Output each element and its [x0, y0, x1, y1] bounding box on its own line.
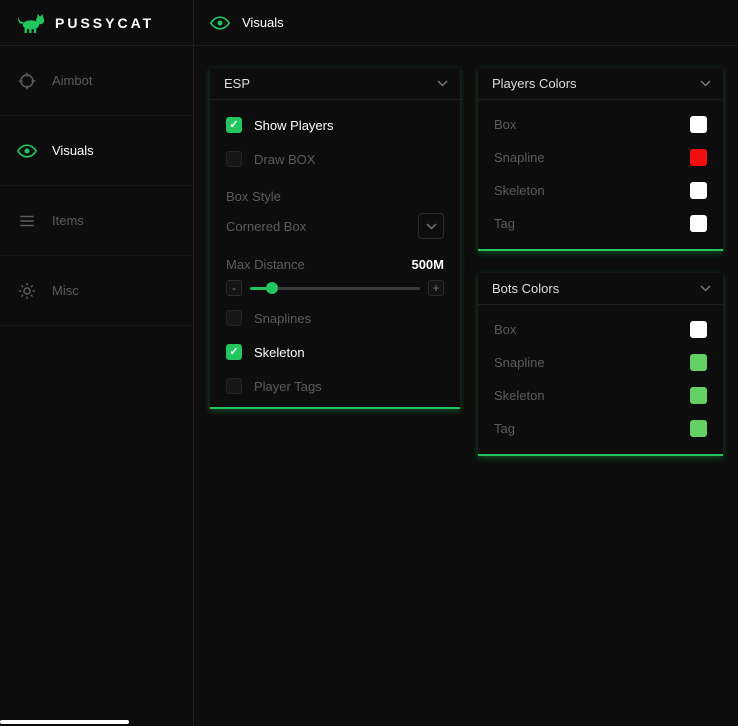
- tag-color-swatch[interactable]: [690, 420, 707, 437]
- cat-icon: [16, 12, 46, 34]
- gear-icon: [16, 282, 38, 300]
- color-row-tag: Tag: [478, 412, 723, 445]
- color-row-label: Tag: [494, 216, 515, 231]
- esp-panel: ESP Show Players Draw BOX Box Style: [210, 68, 460, 409]
- page-title: Visuals: [242, 15, 284, 30]
- sidebar-item-label: Aimbot: [52, 73, 92, 88]
- color-row-box: Box: [478, 108, 723, 141]
- eye-icon: [210, 13, 230, 33]
- show-players-checkbox[interactable]: [226, 117, 242, 133]
- color-row-skeleton: Skeleton: [478, 174, 723, 207]
- sidebar-item-label: Misc: [52, 283, 79, 298]
- sidebar-item-misc[interactable]: Misc: [0, 256, 193, 326]
- sidebar-item-items[interactable]: Items: [0, 186, 193, 256]
- color-row-tag: Tag: [478, 207, 723, 240]
- app-root: PUSSYCAT Aimbot: [0, 0, 738, 726]
- color-row-label: Snapline: [494, 355, 545, 370]
- main-area: Visuals ESP Show Players: [194, 0, 738, 726]
- box-color-swatch[interactable]: [690, 321, 707, 338]
- snapline-color-swatch[interactable]: [690, 149, 707, 166]
- bots-colors-header[interactable]: Bots Colors: [478, 273, 723, 305]
- players-colors-header[interactable]: Players Colors: [478, 68, 723, 100]
- color-row-label: Box: [494, 117, 516, 132]
- skeleton-checkbox-row[interactable]: Skeleton: [226, 340, 444, 364]
- sidebar: PUSSYCAT Aimbot: [0, 0, 194, 726]
- color-row-box: Box: [478, 313, 723, 346]
- sidebar-nav: Aimbot Visuals Items: [0, 46, 193, 326]
- slider-increase-button[interactable]: +: [428, 280, 444, 296]
- max-distance-slider[interactable]: [250, 287, 420, 290]
- color-row-snapline: Snapline: [478, 141, 723, 174]
- sidebar-item-label: Items: [52, 213, 84, 228]
- eye-icon: [16, 141, 38, 161]
- players-colors-title: Players Colors: [492, 76, 577, 91]
- player-tags-checkbox-row[interactable]: Player Tags: [226, 374, 444, 398]
- chevron-down-icon: [700, 285, 711, 292]
- color-row-snapline: Snapline: [478, 346, 723, 379]
- skeleton-color-swatch[interactable]: [690, 387, 707, 404]
- content: ESP Show Players Draw BOX Box Style: [194, 46, 738, 726]
- color-row-skeleton: Skeleton: [478, 379, 723, 412]
- sidebar-item-aimbot[interactable]: Aimbot: [0, 46, 193, 116]
- checkbox-label: Draw BOX: [254, 152, 315, 167]
- chevron-down-icon[interactable]: [418, 213, 444, 239]
- bots-colors-panel: Bots Colors Box Snapline: [478, 273, 723, 456]
- crosshair-icon: [16, 72, 38, 90]
- color-row-label: Tag: [494, 421, 515, 436]
- color-row-label: Skeleton: [494, 183, 545, 198]
- draw-box-checkbox-row[interactable]: Draw BOX: [226, 147, 444, 171]
- skeleton-color-swatch[interactable]: [690, 182, 707, 199]
- color-row-label: Skeleton: [494, 388, 545, 403]
- list-icon: [16, 212, 38, 230]
- esp-panel-title: ESP: [224, 76, 250, 91]
- brand-name: PUSSYCAT: [55, 15, 154, 31]
- tag-color-swatch[interactable]: [690, 215, 707, 232]
- sidebar-item-label: Visuals: [52, 143, 94, 158]
- chevron-down-icon: [700, 80, 711, 87]
- sidebar-item-visuals[interactable]: Visuals: [0, 116, 193, 186]
- esp-panel-header[interactable]: ESP: [210, 68, 460, 100]
- checkbox-label: Snaplines: [254, 311, 311, 326]
- color-row-label: Snapline: [494, 150, 545, 165]
- checkbox-label: Show Players: [254, 118, 333, 133]
- checkbox-label: Player Tags: [254, 379, 322, 394]
- show-players-checkbox-row[interactable]: Show Players: [226, 113, 444, 137]
- brand: PUSSYCAT: [0, 0, 193, 46]
- max-distance-label: Max Distance: [226, 257, 305, 272]
- chevron-down-icon: [437, 80, 448, 87]
- slider-thumb[interactable]: [266, 282, 278, 294]
- snapline-color-swatch[interactable]: [690, 354, 707, 371]
- box-style-select[interactable]: Cornered Box: [226, 212, 444, 240]
- player-tags-checkbox[interactable]: [226, 378, 242, 394]
- box-style-label: Box Style: [226, 189, 444, 204]
- draw-box-checkbox[interactable]: [226, 151, 242, 167]
- slider-decrease-button[interactable]: -: [226, 280, 242, 296]
- horizontal-scrollbar-thumb[interactable]: [0, 720, 129, 724]
- color-row-label: Box: [494, 322, 516, 337]
- box-style-selected-value: Cornered Box: [226, 219, 306, 234]
- bots-colors-body: Box Snapline Skeleton Tag: [478, 305, 723, 445]
- skeleton-checkbox[interactable]: [226, 344, 242, 360]
- snaplines-checkbox-row[interactable]: Snaplines: [226, 306, 444, 330]
- horizontal-scrollbar[interactable]: [0, 720, 738, 724]
- players-colors-panel: Players Colors Box Snapline: [478, 68, 723, 251]
- max-distance-value: 500M: [411, 257, 444, 272]
- bots-colors-title: Bots Colors: [492, 281, 559, 296]
- checkbox-label: Skeleton: [254, 345, 305, 360]
- max-distance-slider-row: - +: [226, 280, 444, 296]
- snaplines-checkbox[interactable]: [226, 310, 242, 326]
- topbar: Visuals: [194, 0, 738, 46]
- box-color-swatch[interactable]: [690, 116, 707, 133]
- players-colors-body: Box Snapline Skeleton Tag: [478, 100, 723, 240]
- max-distance-row: Max Distance 500M: [226, 256, 444, 272]
